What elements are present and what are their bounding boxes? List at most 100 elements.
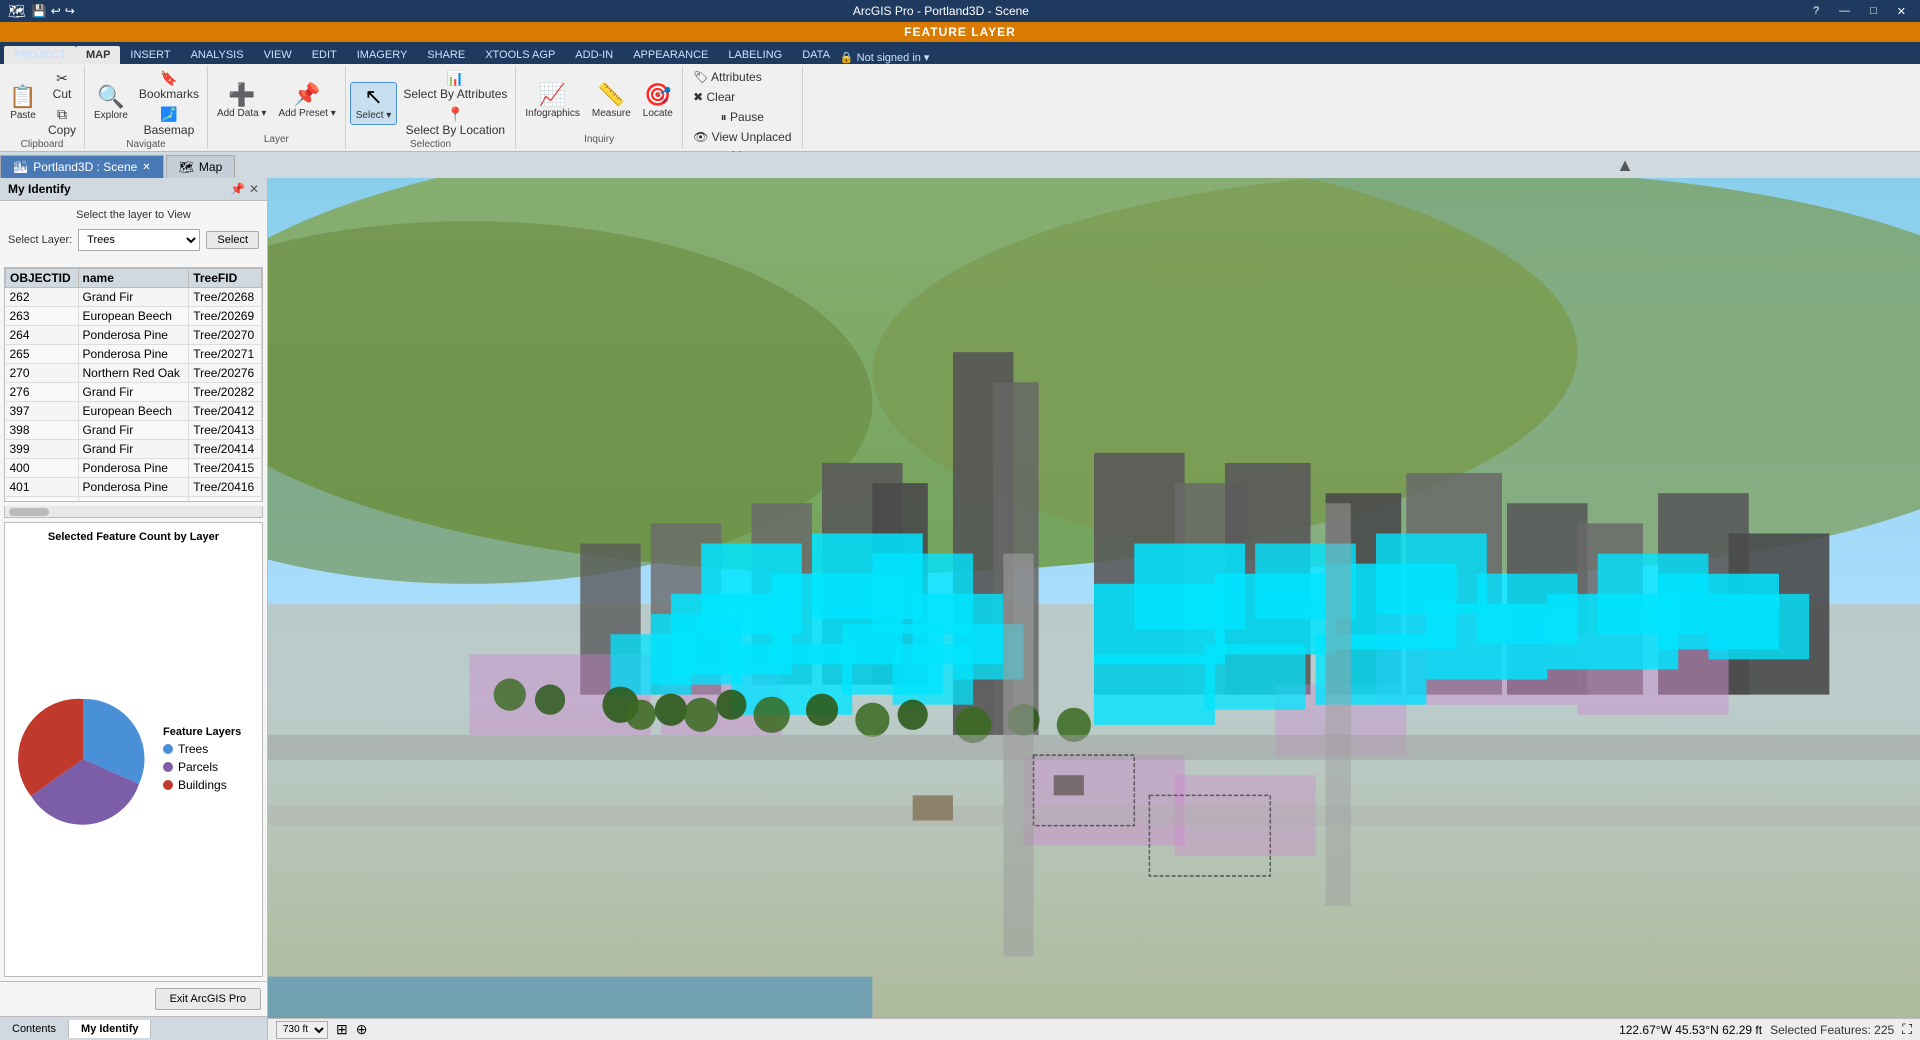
table-cell-treefid: Tree/20417 — [189, 497, 262, 503]
contents-tab[interactable]: Contents — [0, 1020, 69, 1038]
table-row[interactable]: 397European BeechTree/20412 — [6, 402, 262, 421]
legend-label-buildings: Buildings — [178, 778, 227, 792]
maximize-btn[interactable]: □ — [1864, 5, 1883, 18]
locate-icon: 🎯 — [644, 84, 671, 106]
clear-btn[interactable]: ✖ Clear — [689, 88, 739, 106]
panel-header: My Identify 📌 ✕ — [0, 178, 267, 201]
table-row[interactable]: 263European BeechTree/20269 — [6, 307, 262, 326]
layer-select-row: Select Layer: Trees Parcels Buildings Se… — [8, 229, 259, 251]
tab-edit[interactable]: EDIT — [302, 46, 347, 64]
copy-btn[interactable]: ⧉ Copy — [44, 104, 80, 139]
table-row[interactable]: 276Grand FirTree/20282 — [6, 383, 262, 402]
table-row[interactable]: 400Ponderosa PineTree/20415 — [6, 459, 262, 478]
tab-xtools[interactable]: XTOOLS AGP — [475, 46, 565, 64]
tab-addin[interactable]: ADD-IN — [565, 46, 623, 64]
table-row[interactable]: 398Grand FirTree/20413 — [6, 421, 262, 440]
close-btn[interactable]: ✕ — [1891, 5, 1912, 18]
infographics-btn[interactable]: 📈 Infographics — [520, 81, 584, 122]
save-icon[interactable]: 💾 — [32, 4, 47, 18]
ribbon-spacer — [803, 66, 1920, 149]
tab-project[interactable]: PROJECT — [4, 46, 76, 64]
cut-btn[interactable]: ✂ Cut — [44, 68, 80, 103]
bookmarks-btn[interactable]: 🔖 Bookmarks — [135, 68, 203, 103]
table-cell-name: Grand Fir — [78, 383, 189, 402]
table-row[interactable]: 402Northern Red OakTree/20417 — [6, 497, 262, 503]
undo-icon[interactable]: ↩ — [51, 4, 61, 18]
panel-close-btn[interactable]: ✕ — [249, 182, 259, 196]
tab-insert[interactable]: INSERT — [120, 46, 180, 64]
tab-map[interactable]: MAP — [76, 46, 120, 64]
ribbon-group-labeling: 🏷 Attributes ✖ Clear ⏸ Pause 👁 View Unpl… — [683, 66, 803, 149]
table-cell-name: Northern Red Oak — [78, 364, 189, 383]
legend-buildings: Buildings — [163, 778, 241, 792]
exit-btn[interactable]: Exit ArcGIS Pro — [155, 988, 261, 1010]
tab-share[interactable]: SHARE — [417, 46, 475, 64]
table-cell-name: Grand Fir — [78, 288, 189, 307]
ribbon-group-inquiry: 📈 Infographics 📏 Measure 🎯 Locate Inquir… — [516, 66, 682, 149]
table-cell-treefid: Tree/20414 — [189, 440, 262, 459]
table-cell-objectid: 399 — [6, 440, 79, 459]
add-data-btn[interactable]: ➕ Add Data ▾ — [212, 81, 272, 122]
status-left: 730 ft 1 mi 5 mi ⊞ ⊕ — [276, 1021, 367, 1039]
layer-select[interactable]: Trees Parcels Buildings — [78, 229, 200, 251]
basemap-btn[interactable]: 🗾 Basemap — [135, 104, 203, 139]
table-cell-objectid: 265 — [6, 345, 79, 364]
tab-collapse-btn[interactable]: ▲ — [1610, 153, 1640, 178]
table-row[interactable]: 270Northern Red OakTree/20276 — [6, 364, 262, 383]
select-layer-btn[interactable]: Select — [206, 231, 259, 249]
select-by-attributes-btn[interactable]: 📊 Select By Attributes — [399, 68, 511, 103]
chart-legend: Feature Layers Trees Parcels Buildings — [163, 726, 241, 792]
attributes-table-container[interactable]: OBJECTID name TreeFID 262Grand FirTree/2… — [4, 267, 263, 502]
pause-btn[interactable]: ⏸ Pause — [689, 108, 795, 127]
tab-analysis[interactable]: ANALYSIS — [181, 46, 254, 64]
pie-chart — [13, 689, 153, 829]
scale-selector[interactable]: 730 ft 1 mi 5 mi — [276, 1021, 328, 1039]
paste-btn[interactable]: 📋 Paste — [4, 83, 42, 124]
add-preset-btn[interactable]: 📌 Add Preset ▾ — [273, 81, 340, 122]
select-by-attr-icon: 📊 — [447, 70, 464, 87]
tab-view[interactable]: VIEW — [254, 46, 302, 64]
legend-parcels: Parcels — [163, 760, 241, 774]
scene-tab-close[interactable]: ✕ — [142, 162, 150, 173]
expand-btn[interactable]: ⛶ — [1902, 1021, 1912, 1038]
inquiry-label: Inquiry — [584, 134, 614, 147]
table-row[interactable]: 265Ponderosa PineTree/20271 — [6, 345, 262, 364]
navigation-icons[interactable]: ⊕ — [356, 1021, 368, 1038]
select-by-location-btn[interactable]: 📍 Select By Location — [399, 104, 511, 139]
redo-icon[interactable]: ↪ — [65, 4, 75, 18]
table-row[interactable]: 401Ponderosa PineTree/20416 — [6, 478, 262, 497]
legend-dot-trees — [163, 744, 173, 754]
panel-pin-btn[interactable]: 📌 — [230, 182, 245, 196]
table-cell-name: Ponderosa Pine — [78, 345, 189, 364]
table-row[interactable]: 399Grand FirTree/20414 — [6, 440, 262, 459]
measure-btn[interactable]: 📏 Measure — [587, 81, 636, 122]
ribbon-group-layer: ➕ Add Data ▾ 📌 Add Preset ▾ Layer — [208, 66, 346, 149]
tab-labeling[interactable]: LABELING — [718, 46, 792, 64]
window-title: ArcGIS Pro - Portland3D - Scene — [75, 4, 1807, 18]
map-area[interactable]: 730 ft 1 mi 5 mi ⊞ ⊕ 122.67°W 45.53°N 62… — [268, 178, 1920, 1040]
explore-icon: 🔍 — [97, 86, 124, 108]
tab-appearance[interactable]: APPEARANCE — [623, 46, 718, 64]
clipboard-label: Clipboard — [21, 139, 64, 152]
attributes-btn[interactable]: 🏷 Attributes — [689, 68, 766, 86]
table-row[interactable]: 262Grand FirTree/20268 — [6, 288, 262, 307]
table-scrollbar[interactable] — [4, 506, 263, 518]
select-btn[interactable]: ↖ Select ▾ — [350, 82, 398, 125]
table-row[interactable]: 264Ponderosa PineTree/20270 — [6, 326, 262, 345]
minimize-btn[interactable]: — — [1833, 5, 1856, 18]
table-cell-treefid: Tree/20271 — [189, 345, 262, 364]
scene-tab[interactable]: 🏙 Portland3D : Scene ✕ — [0, 155, 164, 178]
view-unplaced-btn[interactable]: 👁 View Unplaced — [689, 128, 795, 146]
locate-btn[interactable]: 🎯 Locate — [638, 81, 678, 122]
user-area: 🔒 Not signed in ▾ — [840, 50, 1916, 64]
explore-btn[interactable]: 🔍 Explore — [89, 83, 133, 124]
my-identify-tab[interactable]: My Identify — [69, 1020, 151, 1038]
help-btn[interactable]: ? — [1807, 5, 1825, 18]
tab-data[interactable]: DATA — [792, 46, 840, 64]
legend-dot-buildings — [163, 780, 173, 790]
map-tab[interactable]: 🗺 Map — [166, 155, 236, 178]
table-cell-objectid: 397 — [6, 402, 79, 421]
navigate-label: Navigate — [126, 139, 165, 152]
scale-icons[interactable]: ⊞ — [336, 1021, 348, 1038]
tab-imagery[interactable]: IMAGERY — [347, 46, 418, 64]
